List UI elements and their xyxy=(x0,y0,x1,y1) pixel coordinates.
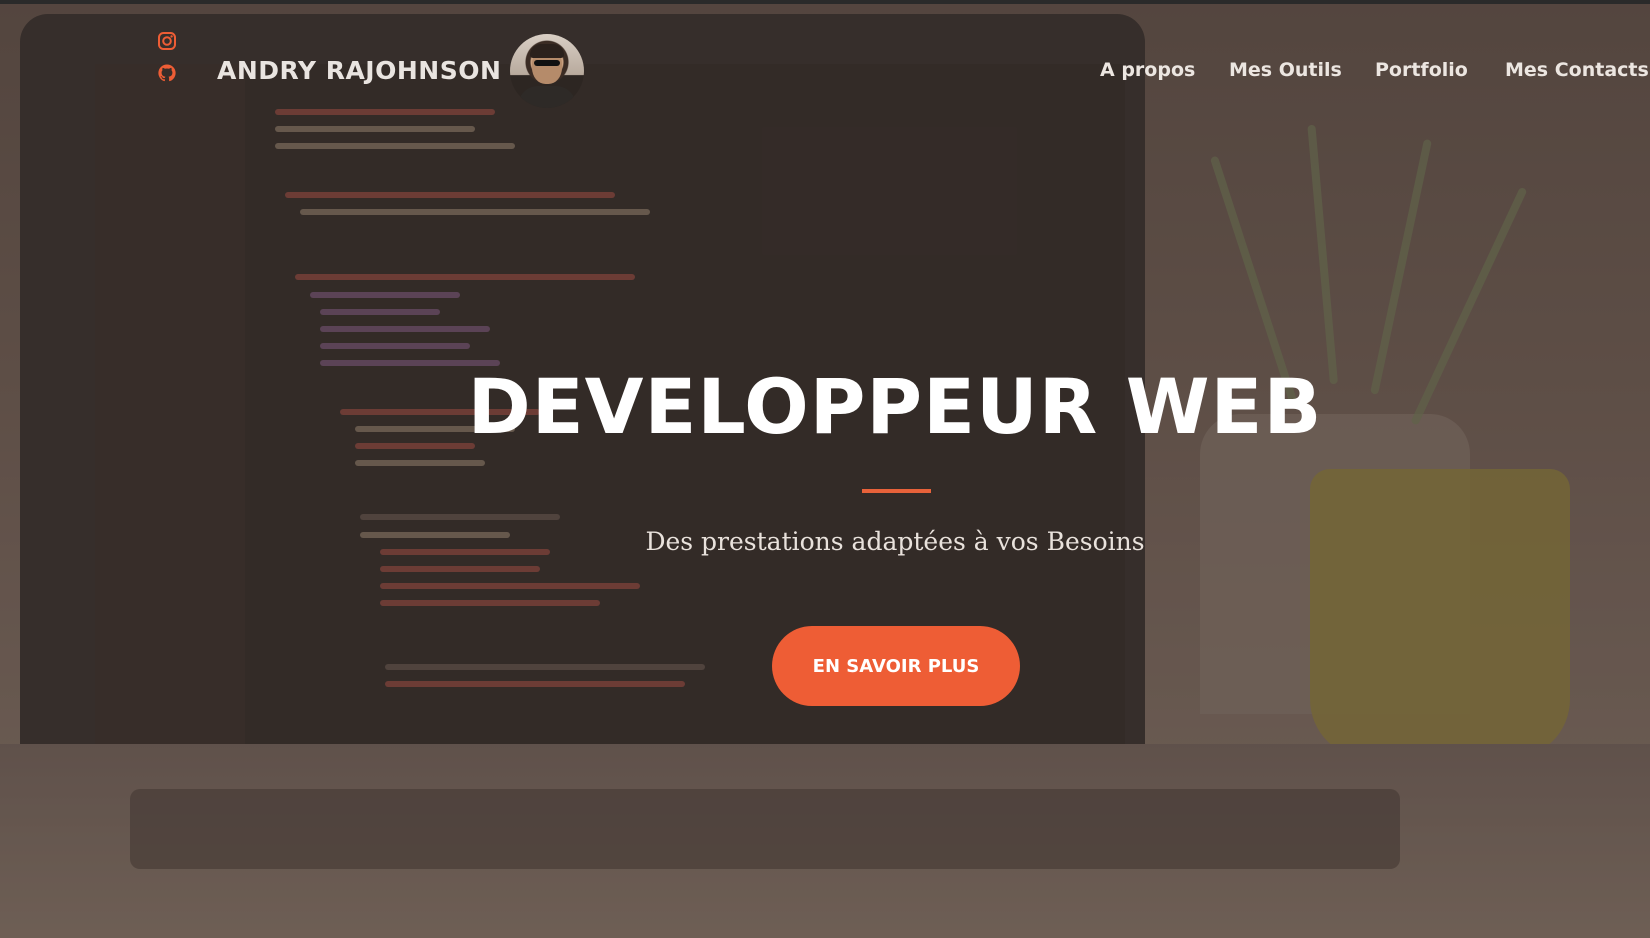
hero-title: DEVELOPPEUR WEB xyxy=(467,362,1323,451)
nav-link-mes-contacts[interactable]: Mes Contacts xyxy=(1505,59,1649,81)
hero-section: ANDRY RAJOHNSON A propos Mes Outils Port… xyxy=(0,4,1650,938)
nav-link-a-propos[interactable]: A propos xyxy=(1100,59,1195,81)
github-icon[interactable] xyxy=(157,63,177,83)
title-divider xyxy=(862,489,931,493)
hero-subtitle: Des prestations adaptées à vos Besoins xyxy=(645,527,1145,556)
instagram-icon[interactable] xyxy=(157,31,177,51)
nav-link-portfolio[interactable]: Portfolio xyxy=(1375,59,1468,81)
avatar xyxy=(510,34,584,108)
learn-more-button[interactable]: EN SAVOIR PLUS xyxy=(772,626,1020,706)
site-brand-name[interactable]: ANDRY RAJOHNSON xyxy=(217,56,501,85)
nav-link-mes-outils[interactable]: Mes Outils xyxy=(1229,59,1342,81)
hero-overlay xyxy=(0,4,1650,938)
